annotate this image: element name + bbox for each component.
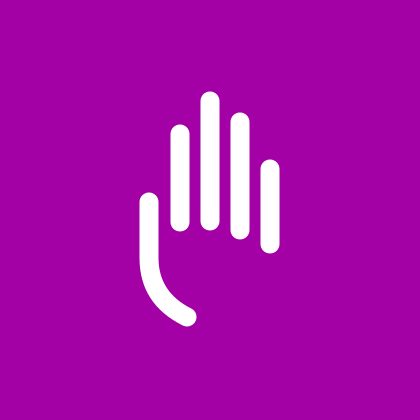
app-icon-tile <box>0 0 420 420</box>
raised-hand-icon <box>0 0 420 420</box>
